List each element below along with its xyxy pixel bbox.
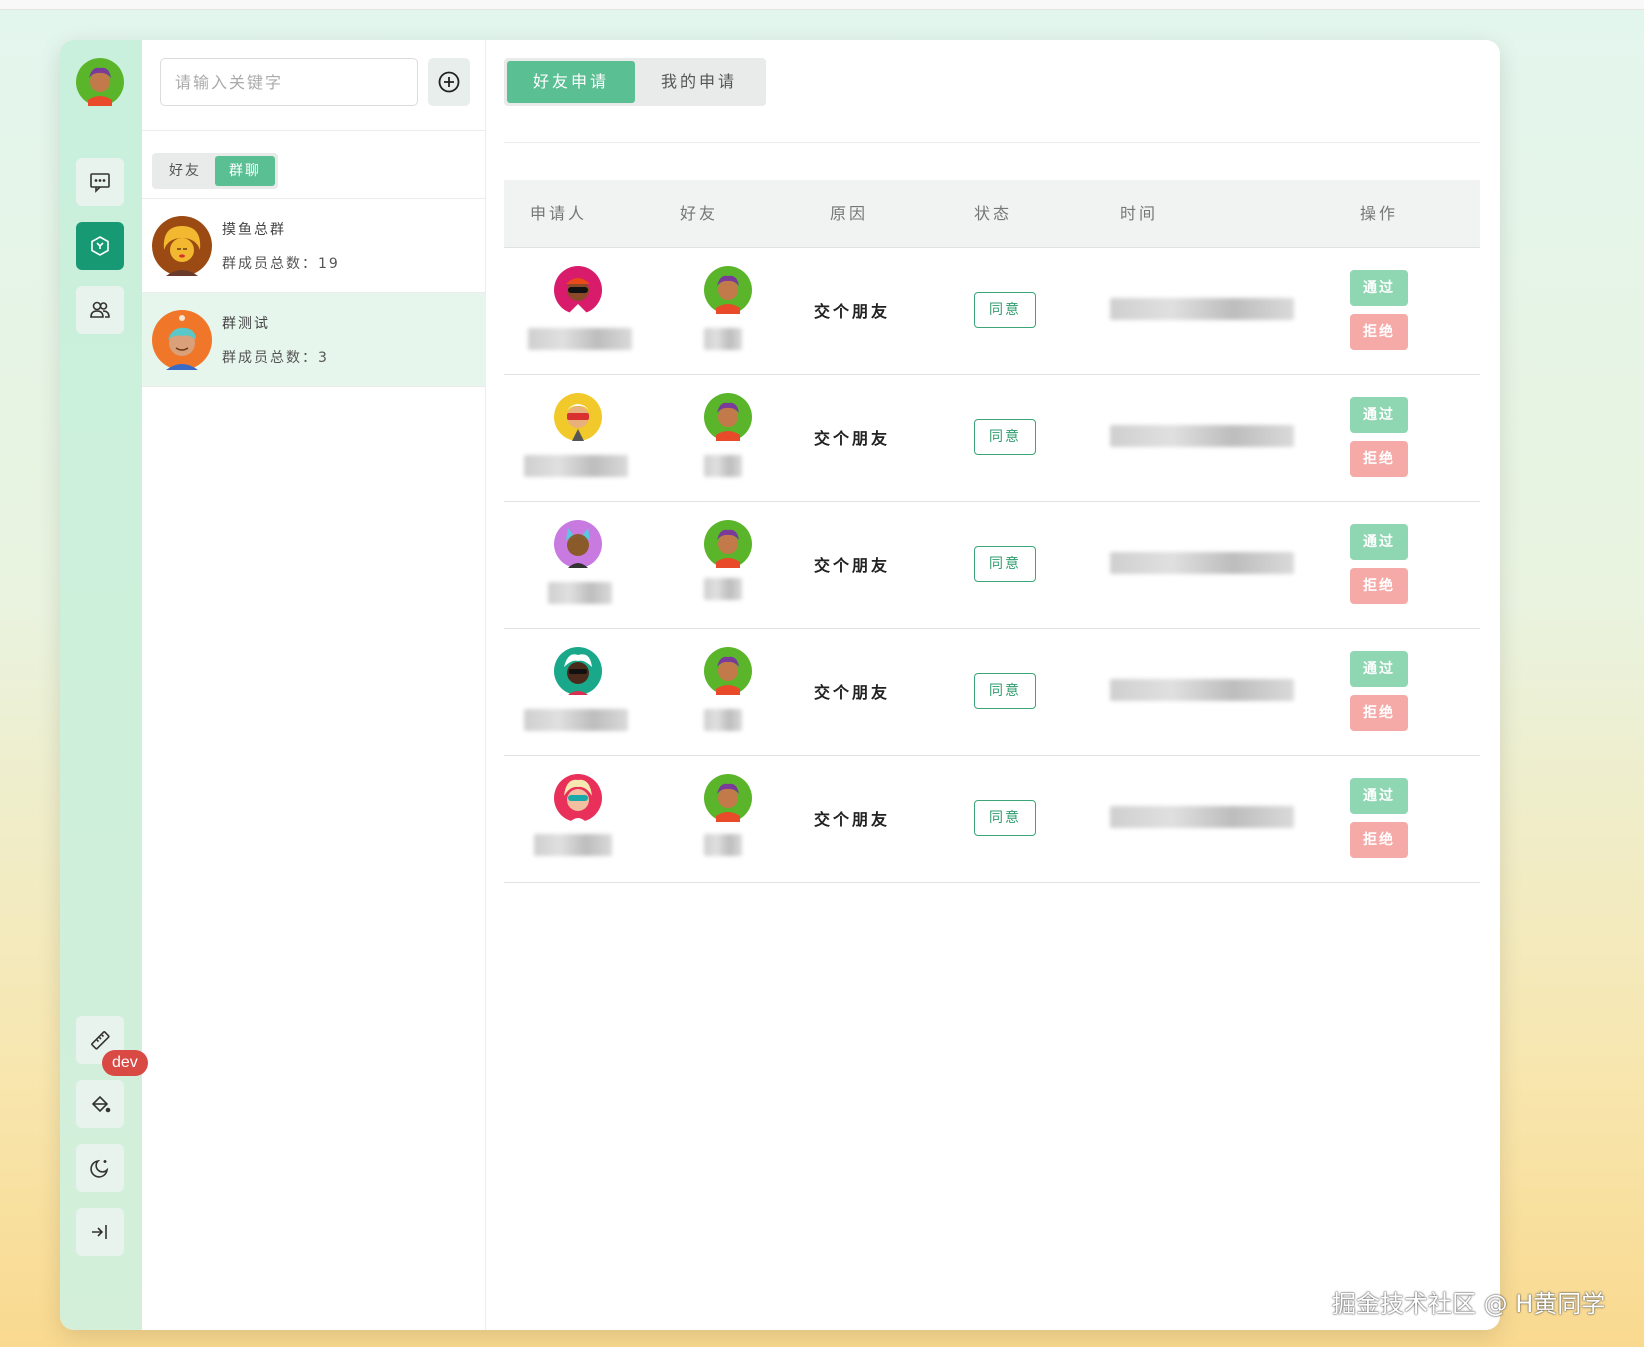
request-time-blurred bbox=[1110, 679, 1294, 701]
chat-app-window: dev 好友 群聊 bbox=[60, 40, 1500, 1330]
moon-icon bbox=[90, 1159, 109, 1178]
reject-button[interactable]: 拒绝 bbox=[1350, 314, 1408, 350]
logout-button[interactable] bbox=[76, 1208, 124, 1256]
status-agree-button[interactable]: 同意 bbox=[974, 673, 1036, 709]
approve-button[interactable]: 通过 bbox=[1350, 778, 1408, 814]
avatar-green-purple-hair-icon bbox=[704, 520, 752, 568]
theme-fill-button[interactable] bbox=[76, 1080, 124, 1128]
table-row: 交个朋友 同意 通过 拒绝 bbox=[504, 248, 1480, 375]
friend-name-blurred bbox=[704, 455, 742, 477]
avatar-green-purple-hair-icon bbox=[704, 393, 752, 441]
status-agree-button[interactable]: 同意 bbox=[974, 800, 1036, 836]
group-item-test[interactable]: 群测试 群成员总数：3 bbox=[142, 293, 486, 387]
avatar-red-sunglasses-icon bbox=[554, 266, 602, 314]
requests-table: 申请人 好友 原因 状态 时间 操作 交个朋友 同意 通过 拒绝 交个朋友 同意… bbox=[504, 180, 1480, 883]
reject-button[interactable]: 拒绝 bbox=[1350, 695, 1408, 731]
tab-my-requests[interactable]: 我的申请 bbox=[635, 61, 763, 103]
chat-bubble-icon bbox=[90, 173, 110, 193]
request-reason: 交个朋友 bbox=[814, 429, 891, 448]
groups-nav-button[interactable] bbox=[76, 222, 124, 270]
request-time-blurred bbox=[1110, 806, 1294, 828]
approve-button[interactable]: 通过 bbox=[1350, 397, 1408, 433]
hexagon-icon bbox=[91, 236, 109, 256]
avatar-teal-white-hair-icon bbox=[554, 647, 602, 695]
group-name: 摸鱼总群 bbox=[222, 221, 286, 238]
group-member-count: 群成员总数：19 bbox=[222, 255, 340, 272]
tab-groups[interactable]: 群聊 bbox=[215, 156, 275, 186]
divider bbox=[504, 142, 1480, 143]
table-header: 申请人 好友 原因 状态 时间 操作 bbox=[504, 180, 1480, 248]
request-tabs: 好友申请 我的申请 bbox=[504, 58, 766, 106]
request-reason: 交个朋友 bbox=[814, 810, 891, 829]
applicant-name-blurred bbox=[548, 582, 612, 604]
request-time-blurred bbox=[1110, 425, 1294, 447]
avatar-green-purple-hair-icon bbox=[704, 266, 752, 314]
friend-name-blurred bbox=[704, 328, 742, 350]
tab-friend-requests[interactable]: 好友申请 bbox=[507, 61, 635, 103]
table-row: 交个朋友 同意 通过 拒绝 bbox=[504, 502, 1480, 629]
header-friend: 好友 bbox=[680, 204, 719, 223]
applicant-name-blurred bbox=[528, 328, 632, 350]
reject-button[interactable]: 拒绝 bbox=[1350, 568, 1408, 604]
request-reason: 交个朋友 bbox=[814, 683, 891, 702]
group-name: 群测试 bbox=[222, 315, 270, 332]
search-input[interactable] bbox=[160, 58, 418, 106]
ruler-icon bbox=[91, 1031, 110, 1050]
watermark: 掘金技术社区 @ H黄同学 bbox=[1332, 1290, 1606, 1318]
avatar-pink-visor-icon bbox=[554, 774, 602, 822]
request-time-blurred bbox=[1110, 552, 1294, 574]
users-icon bbox=[90, 301, 110, 318]
avatar-green-purple-hair-icon bbox=[704, 647, 752, 695]
status-agree-button[interactable]: 同意 bbox=[974, 546, 1036, 582]
tab-friends[interactable]: 好友 bbox=[155, 156, 215, 186]
plus-circle-icon bbox=[438, 71, 460, 93]
list-type-switch: 好友 群聊 bbox=[152, 153, 278, 189]
status-agree-button[interactable]: 同意 bbox=[974, 419, 1036, 455]
dev-badge: dev bbox=[102, 1050, 148, 1076]
conversation-list-panel: 好友 群聊 摸鱼总群 群成员总数：19 bbox=[142, 40, 486, 1330]
table-row: 交个朋友 同意 通过 拒绝 bbox=[504, 375, 1480, 502]
reject-button[interactable]: 拒绝 bbox=[1350, 822, 1408, 858]
header-applicant: 申请人 bbox=[530, 204, 588, 223]
approve-button[interactable]: 通过 bbox=[1350, 651, 1408, 687]
request-reason: 交个朋友 bbox=[814, 556, 891, 575]
header-time: 时间 bbox=[1120, 204, 1159, 223]
icon-rail: dev bbox=[60, 40, 148, 1330]
applicant-name-blurred bbox=[524, 455, 628, 477]
status-agree-button[interactable]: 同意 bbox=[974, 292, 1036, 328]
request-time-blurred bbox=[1110, 298, 1294, 320]
applicant-name-blurred bbox=[534, 834, 612, 856]
reject-button[interactable]: 拒绝 bbox=[1350, 441, 1408, 477]
my-avatar[interactable] bbox=[76, 58, 124, 106]
paint-bucket-icon bbox=[91, 1095, 111, 1113]
group-avatar bbox=[152, 215, 212, 276]
friend-requests-panel: 好友申请 我的申请 申请人 好友 原因 状态 时间 操作 交个朋友 同意 通过 … bbox=[486, 40, 1500, 1330]
request-reason: 交个朋友 bbox=[814, 302, 891, 321]
approve-button[interactable]: 通过 bbox=[1350, 524, 1408, 560]
applicant-name-blurred bbox=[524, 709, 628, 731]
divider bbox=[142, 130, 486, 131]
logout-icon bbox=[92, 1225, 107, 1239]
avatar-purple-cat-ears-icon bbox=[554, 520, 602, 568]
header-reason: 原因 bbox=[830, 204, 869, 223]
avatar-green-purple-hair-icon bbox=[704, 774, 752, 822]
browser-top-edge bbox=[0, 0, 1644, 10]
friend-name-blurred bbox=[704, 578, 742, 600]
group-member-count: 群成员总数：3 bbox=[222, 349, 329, 366]
group-item-moyu[interactable]: 摸鱼总群 群成员总数：19 bbox=[142, 199, 486, 293]
friend-name-blurred bbox=[704, 834, 742, 856]
contacts-nav-button[interactable] bbox=[76, 286, 124, 334]
messages-nav-button[interactable] bbox=[76, 158, 124, 206]
avatar-yellow-vr-icon bbox=[554, 393, 602, 441]
header-status: 状态 bbox=[974, 204, 1013, 223]
header-actions: 操作 bbox=[1360, 204, 1399, 223]
approve-button[interactable]: 通过 bbox=[1350, 270, 1408, 306]
table-row: 交个朋友 同意 通过 拒绝 bbox=[504, 756, 1480, 883]
add-button[interactable] bbox=[428, 58, 470, 106]
friend-name-blurred bbox=[704, 709, 742, 731]
group-avatar bbox=[152, 309, 212, 370]
table-row: 交个朋友 同意 通过 拒绝 bbox=[504, 629, 1480, 756]
dark-mode-button[interactable] bbox=[76, 1144, 124, 1192]
